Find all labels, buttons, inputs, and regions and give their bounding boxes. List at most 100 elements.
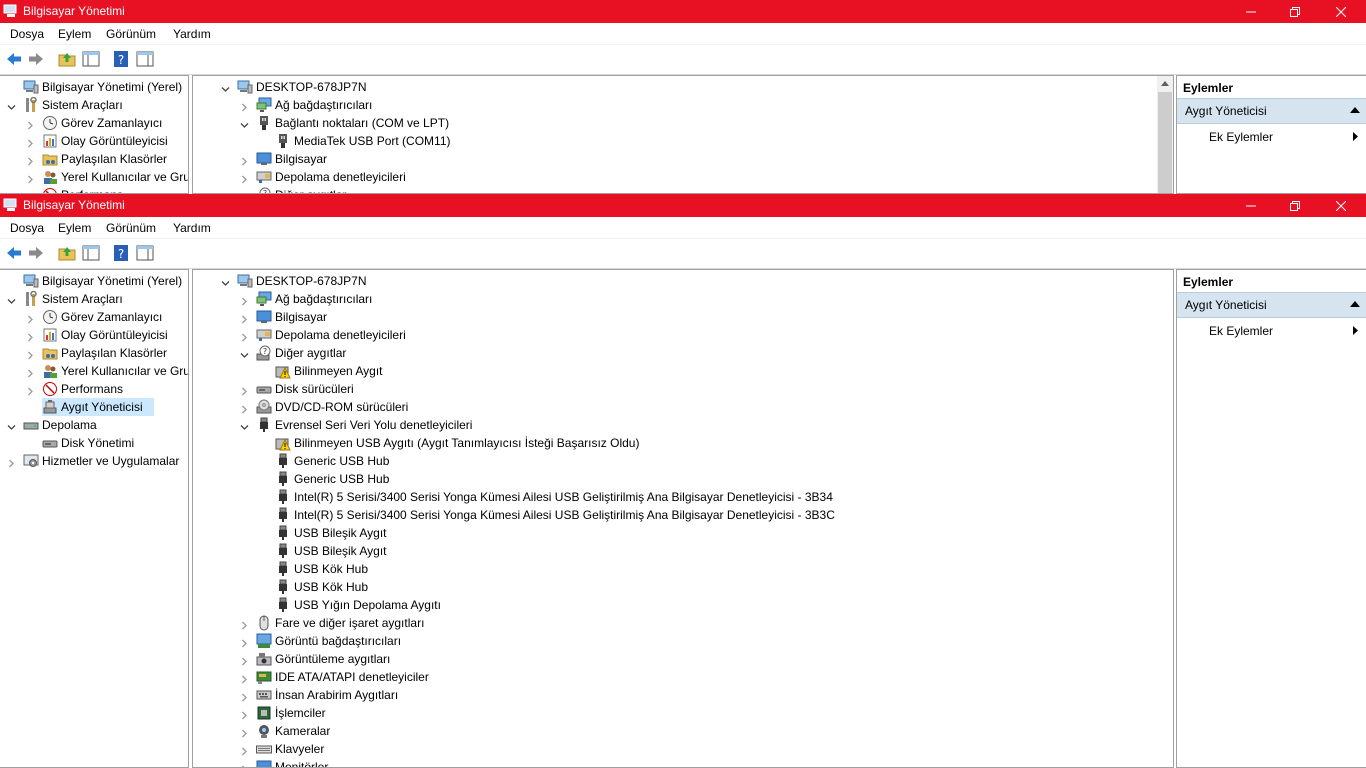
collapse-chevron-icon[interactable]: [240, 349, 249, 358]
expand-chevron-icon[interactable]: [26, 313, 34, 324]
tree-item-label: Bilgisayar: [275, 310, 328, 324]
show-hide-tree-icon[interactable]: [82, 50, 100, 68]
tree-item-label: Yerel Kullanıcılar ve Gru: [61, 170, 189, 184]
expand-chevron-icon[interactable]: [26, 137, 34, 148]
expand-chevron-icon[interactable]: [26, 385, 34, 396]
console-tree: Bilgisayar Yönetimi (Yerel) Sistem Araçla…: [0, 75, 189, 194]
back-icon[interactable]: [5, 50, 23, 68]
collapse-chevron-icon[interactable]: [7, 101, 16, 110]
forward-icon[interactable]: [27, 244, 45, 262]
expand-chevron-icon[interactable]: [240, 313, 248, 324]
mouse-icon: [256, 615, 272, 631]
menu-item[interactable]: Yardım: [173, 221, 211, 235]
warning-device-icon: [275, 435, 291, 451]
shared-folder-icon: [42, 151, 58, 167]
expand-chevron-icon[interactable]: [7, 457, 15, 468]
expand-chevron-icon[interactable]: [26, 331, 34, 342]
expand-chevron-icon[interactable]: [240, 673, 248, 684]
expand-chevron-icon[interactable]: [240, 655, 248, 666]
computer-management-window-back: Bilgisayar Yönetimi Dosya Eylem Görünüm Yar…: [0, 0, 1366, 194]
title-bar[interactable]: Bilgisayar Yönetimi: [0, 0, 1366, 23]
expand-chevron-icon[interactable]: [26, 349, 34, 360]
tree-item-label: DVD/CD-ROM sürücüleri: [275, 400, 409, 414]
expand-chevron-icon[interactable]: [26, 173, 34, 184]
expand-chevron-icon[interactable]: [240, 691, 248, 702]
collapse-chevron-icon[interactable]: [240, 119, 249, 128]
expand-chevron-icon[interactable]: [240, 763, 248, 767]
close-button[interactable]: [1318, 194, 1364, 217]
tree-item-label: Görüntü bağdaştırıcıları: [275, 634, 402, 648]
collapse-chevron-icon[interactable]: [240, 421, 249, 430]
usb-icon: [275, 489, 291, 505]
expand-chevron-icon[interactable]: [240, 295, 248, 306]
actions-section-label: Aygıt Yöneticisi: [1185, 104, 1267, 118]
menu-item[interactable]: Eylem: [58, 27, 91, 41]
expand-chevron-icon[interactable]: [240, 403, 248, 414]
expand-chevron-icon[interactable]: [240, 331, 248, 342]
expand-chevron-icon[interactable]: [240, 727, 248, 738]
minimize-button[interactable]: [1228, 0, 1274, 23]
network-icon: [256, 97, 272, 113]
back-icon[interactable]: [5, 244, 23, 262]
actions-section[interactable]: Aygıt Yöneticisi: [1177, 292, 1366, 318]
title-bar[interactable]: Bilgisayar Yönetimi: [0, 194, 1366, 217]
usb-icon: [275, 543, 291, 559]
close-button[interactable]: [1318, 0, 1364, 23]
expand-chevron-icon[interactable]: [240, 173, 248, 184]
tree-item-label: Depolama: [42, 418, 97, 432]
menu-item[interactable]: Yardım: [173, 27, 211, 41]
help-icon[interactable]: ?: [112, 244, 130, 262]
collapse-chevron-icon[interactable]: [221, 83, 230, 92]
minimize-button[interactable]: [1228, 194, 1274, 217]
show-hide-tree-icon[interactable]: [82, 244, 100, 262]
expand-chevron-icon[interactable]: [240, 619, 248, 630]
menu-item[interactable]: Dosya: [10, 221, 44, 235]
menu-item[interactable]: Dosya: [10, 27, 44, 41]
properties-icon[interactable]: [136, 50, 154, 68]
expand-chevron-icon[interactable]: [240, 637, 248, 648]
tree-item-label: Bilgisayar Yönetimi (Yerel): [42, 274, 183, 288]
device-manager-icon: [42, 399, 58, 415]
actions-header: Eylemler: [1183, 275, 1234, 289]
expand-chevron-icon[interactable]: [240, 745, 248, 756]
expand-chevron-icon[interactable]: [240, 155, 248, 166]
more-actions-link[interactable]: Ek Eylemler: [1209, 130, 1273, 144]
tree-item-label: Sistem Araçları: [42, 98, 123, 112]
forward-icon[interactable]: [27, 50, 45, 68]
help-icon[interactable]: ?: [112, 50, 130, 68]
usb-icon: [275, 597, 291, 613]
actions-section[interactable]: Aygıt Yöneticisi: [1177, 98, 1366, 124]
vertical-scrollbar[interactable]: [1157, 76, 1173, 193]
expand-chevron-icon[interactable]: [26, 367, 34, 378]
console-tree-item[interactable]: Aygıt Yöneticisi: [42, 398, 154, 416]
menu-item[interactable]: Eylem: [58, 221, 91, 235]
tree-item-label: Paylaşılan Klasörler: [61, 152, 168, 166]
up-folder-icon[interactable]: [58, 244, 76, 262]
tree-item-label: USB Yığın Depolama Aygıtı: [294, 598, 441, 612]
expand-chevron-icon[interactable]: [26, 119, 34, 130]
minimize-icon: [1246, 11, 1256, 12]
collapse-chevron-icon[interactable]: [7, 421, 16, 430]
computer-management-window-front: Bilgisayar Yönetimi Dosya Eylem Görünüm Yar…: [0, 194, 1366, 768]
collapse-chevron-icon[interactable]: [7, 295, 16, 304]
tree-item-label: USB Kök Hub: [294, 562, 369, 576]
tree-item-label: USB Bileşik Aygıt: [294, 526, 387, 540]
up-folder-icon[interactable]: [58, 50, 76, 68]
expand-chevron-icon[interactable]: [240, 709, 248, 720]
toolbar: ?: [0, 239, 1366, 269]
tree-item-label: Bilinmeyen Aygıt: [294, 364, 383, 378]
expand-chevron-icon[interactable]: [240, 101, 248, 112]
expand-chevron-icon[interactable]: [26, 155, 34, 166]
tree-item-label: Generic USB Hub: [294, 472, 390, 486]
scrollbar-thumb[interactable]: [1158, 92, 1172, 193]
actions-pane: Eylemler Aygıt Yöneticisi Ek Eylemler: [1176, 75, 1366, 194]
tree-item-label: Intel(R) 5 Serisi/3400 Serisi Yonga Küme…: [294, 490, 833, 504]
collapse-chevron-icon[interactable]: [221, 277, 230, 286]
properties-icon[interactable]: [136, 244, 154, 262]
restore-button[interactable]: [1272, 194, 1318, 217]
menu-item[interactable]: Görünüm: [106, 221, 156, 235]
restore-button[interactable]: [1272, 0, 1318, 23]
expand-chevron-icon[interactable]: [240, 385, 248, 396]
more-actions-link[interactable]: Ek Eylemler: [1209, 324, 1273, 338]
menu-item[interactable]: Görünüm: [106, 27, 156, 41]
